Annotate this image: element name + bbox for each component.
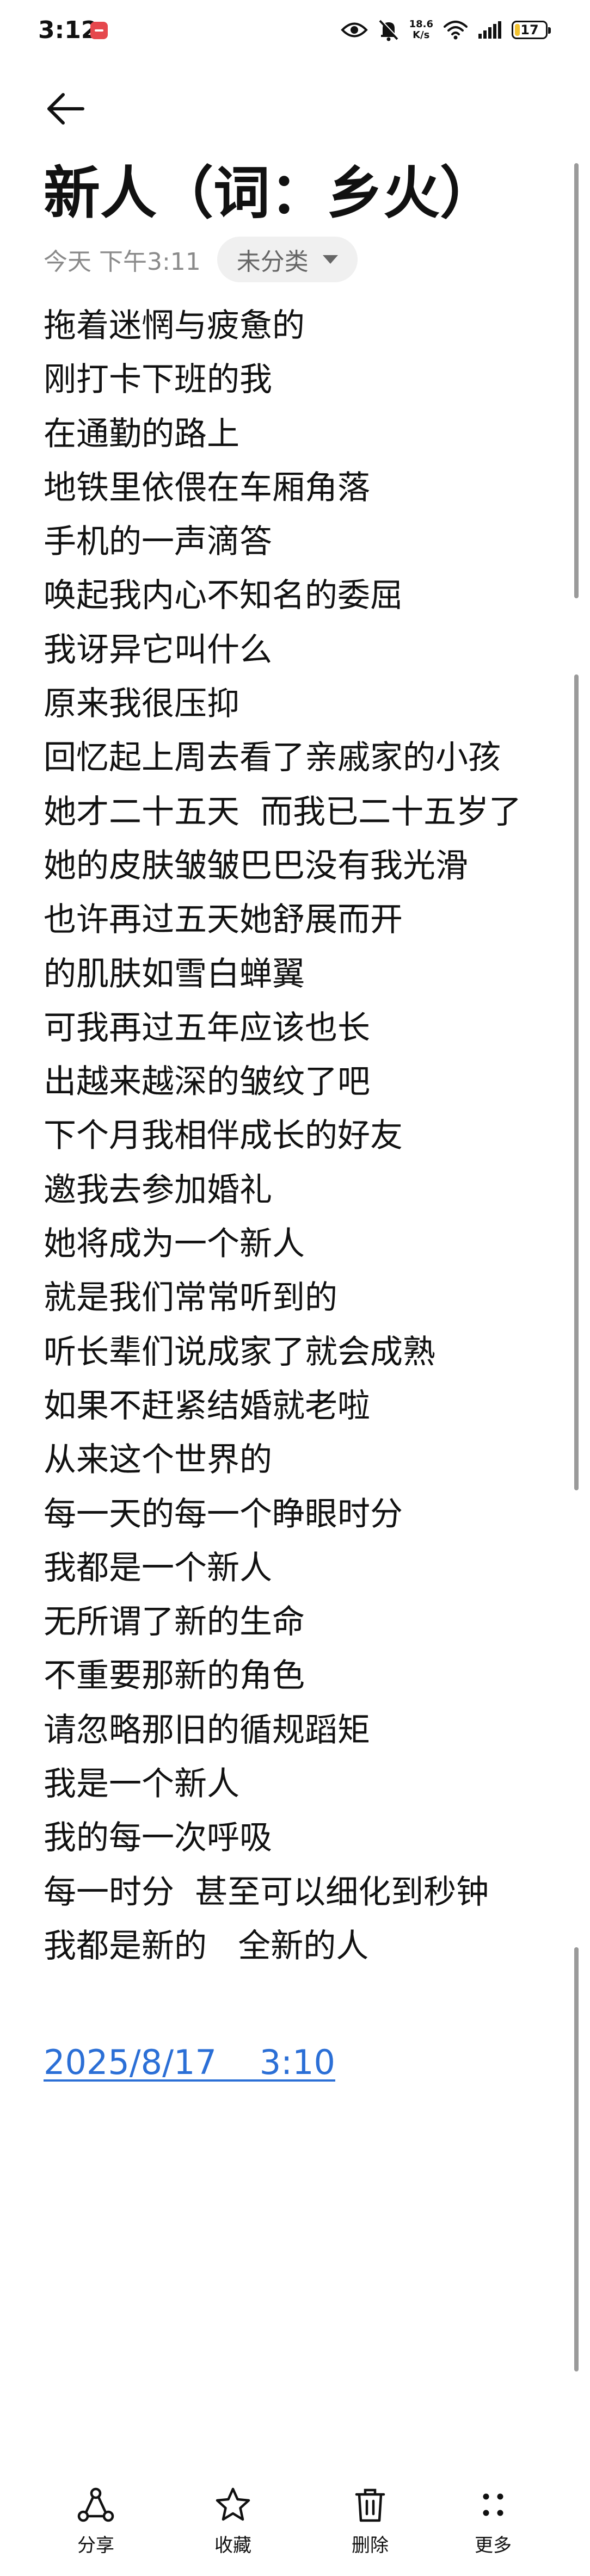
lyric-line: 我都是新的 全新的人 — [44, 1927, 369, 1965]
lyric-line: 下个月我相伴成长的好友 — [44, 1117, 403, 1155]
lyric-line: 拖着迷惘与疲惫的 — [44, 307, 305, 345]
wifi-icon — [444, 21, 468, 40]
share-label: 分享 — [77, 2535, 114, 2556]
lyric-line: 我都是一个新人 — [44, 1549, 272, 1587]
lyric-line: 邀我去参加婚礼 — [44, 1171, 272, 1209]
more-dots-icon — [483, 2493, 503, 2516]
scrollbar-track-segment — [574, 674, 579, 1490]
more-button[interactable]: 更多 — [450, 2486, 537, 2557]
lyric-line: 唤起我内心不知名的委屈 — [44, 577, 403, 615]
lyric-line: 我是一个新人 — [44, 1765, 239, 1804]
lyric-line: 请忽略那旧的循规蹈矩 — [44, 1711, 370, 1749]
favorite-label: 收藏 — [214, 2535, 251, 2556]
scrollbar-thumb[interactable] — [574, 163, 579, 598]
network-speed-value: 18.6 — [409, 18, 433, 30]
lyric-line: 每一天的每一个睁眼时分 — [44, 1495, 403, 1533]
note-date: 今天 下午3:11 — [44, 248, 201, 276]
battery-cap — [548, 27, 551, 34]
status-icons: 18.6 K/s 17 — [340, 16, 551, 44]
category-label: 未分类 — [236, 248, 309, 276]
date-link[interactable]: 2025/8/17 3:10 — [44, 2042, 335, 2082]
eye-icon — [340, 22, 368, 38]
lyric-line: 在通勤的路上 — [44, 414, 239, 453]
lyric-line: 刚打卡下班的我 — [44, 361, 272, 399]
lyric-line: 回忆起上周去看了亲戚家的小孩 — [44, 739, 501, 777]
more-label: 更多 — [475, 2535, 512, 2556]
caret-down-icon — [322, 255, 338, 264]
battery-icon: 17 — [512, 21, 551, 39]
delete-button[interactable]: 删除 — [327, 2486, 414, 2557]
status-bar: 3:12 18.6 K/s 17 — [0, 0, 590, 60]
mute-bell-icon — [379, 19, 399, 41]
star-icon — [216, 2487, 250, 2521]
notification-badge-icon — [90, 22, 108, 39]
lyric-line: 从来这个世界的 — [44, 1441, 272, 1479]
lyric-line: 就是我们常常听到的 — [44, 1279, 337, 1317]
lyric-line: 听长辈们说成家了就会成熟 — [44, 1333, 435, 1371]
lyric-line: 她的皮肤皱皱巴巴没有我光滑 — [44, 846, 468, 885]
lyric-line: 出越来越深的皱纹了吧 — [44, 1063, 370, 1101]
back-button[interactable] — [44, 87, 87, 131]
category-dropdown[interactable]: 未分类 — [217, 237, 358, 282]
status-time: 3:12 — [38, 16, 98, 44]
share-icon — [77, 2487, 114, 2522]
lyric-line: 原来我很压抑 — [44, 685, 239, 723]
scrollbar-track-segment-lower — [574, 1947, 579, 2371]
note-meta: 今天 下午3:11 未分类 — [44, 235, 358, 284]
trash-icon — [355, 2488, 385, 2522]
lyric-line: 每一时分 甚至可以细化到秒钟 — [44, 1873, 489, 1911]
lyric-line: 我讶异它叫什么 — [44, 630, 272, 669]
lyric-line: 手机的一声滴答 — [44, 523, 272, 561]
lyric-line: 也许再过五天她舒展而开 — [44, 901, 403, 939]
network-speed: 18.6 K/s — [409, 19, 433, 41]
lyric-line: 我的每一次呼吸 — [44, 1819, 272, 1857]
note-body[interactable]: 拖着迷惘与疲惫的 刚打卡下班的我 在通勤的路上地铁里依偎在车厢角落 手机的一声滴答唤起… — [44, 299, 566, 1973]
lyric-line: 她将成为一个新人 — [44, 1225, 305, 1264]
favorite-button[interactable]: 收藏 — [189, 2486, 276, 2557]
bottom-toolbar: 分享 收藏 删除 更多 — [0, 2469, 590, 2576]
lyric-line: 的肌肤如雪白蝉翼 — [44, 955, 305, 993]
signal-icon — [478, 21, 501, 39]
lyric-line: 不重要那新的角色 — [44, 1657, 305, 1695]
back-arrow-icon — [47, 93, 84, 125]
lyric-line: 可我再过五年应该也长 — [44, 1008, 370, 1047]
battery-level-text: 17 — [520, 22, 539, 38]
delete-label: 删除 — [352, 2535, 389, 2556]
share-button[interactable]: 分享 — [52, 2486, 139, 2557]
network-speed-unit: K/s — [413, 29, 430, 41]
lyric-line: 她才二十五天 而我已二十五岁了 — [44, 792, 522, 831]
lyric-line: 如果不赶紧结婚就老啦 — [44, 1386, 370, 1425]
lyric-line: 地铁里依偎在车厢角落 — [44, 468, 370, 507]
lyric-line: 无所谓了新的生命 — [44, 1603, 305, 1642]
note-title[interactable]: 新人（词：乡火） — [44, 158, 496, 228]
